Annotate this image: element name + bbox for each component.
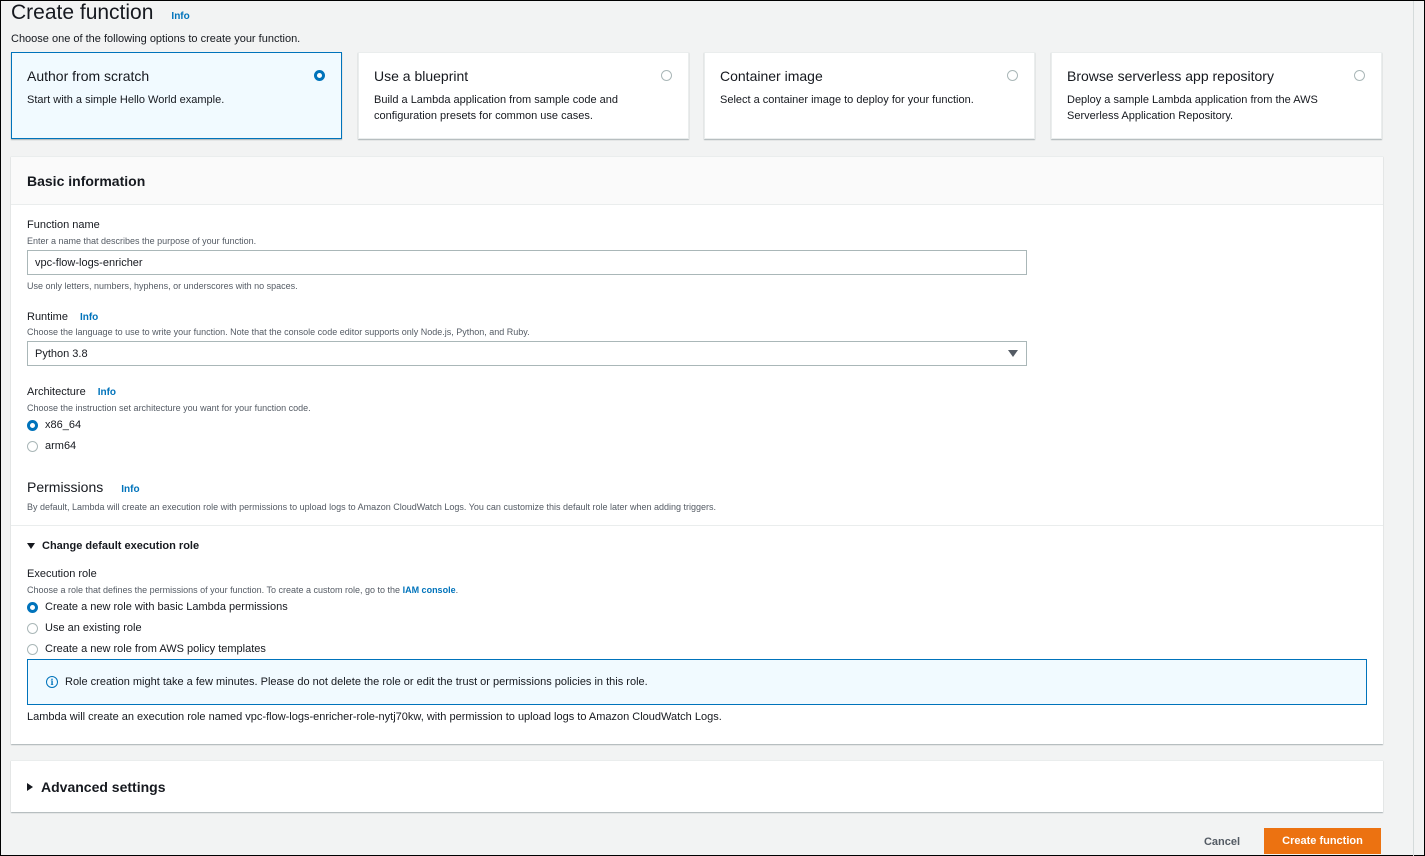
- right-scroll-rail: [1413, 1, 1414, 856]
- option-use-blueprint[interactable]: Use a blueprint Build a Lambda applicati…: [358, 52, 689, 139]
- radio-button[interactable]: [27, 601, 38, 613]
- iam-console-link[interactable]: IAM console: [403, 585, 456, 595]
- hint-period: .: [455, 585, 459, 595]
- creation-options: Author from scratch Start with a simple …: [11, 52, 1383, 139]
- runtime-select-value: Python 3.8: [35, 348, 88, 360]
- radio-label: Use an existing role: [45, 622, 142, 634]
- runtime-info-link[interactable]: Info: [80, 312, 98, 323]
- option-radio[interactable]: [1007, 70, 1018, 81]
- caret-down-icon: [27, 543, 35, 549]
- option-container-image[interactable]: Container image Select a container image…: [704, 52, 1035, 139]
- role-creation-alert: i Role creation might take a few minutes…: [27, 659, 1367, 705]
- radio-label: arm64: [45, 440, 77, 452]
- architecture-option-x86[interactable]: x86_64: [27, 419, 81, 431]
- option-desc: Start with a simple Hello World example.: [27, 94, 225, 106]
- function-name-input[interactable]: [27, 250, 1027, 275]
- radio-label: Create a new role from AWS policy templa…: [45, 643, 266, 655]
- exec-role-option-policy-templates[interactable]: Create a new role from AWS policy templa…: [27, 643, 266, 655]
- option-radio[interactable]: [1354, 70, 1365, 81]
- radio-button[interactable]: [27, 643, 38, 655]
- permissions-desc: By default, Lambda will create an execut…: [27, 502, 717, 512]
- radio-label: Create a new role with basic Lambda perm…: [45, 601, 288, 613]
- option-browse-serverless-repo[interactable]: Browse serverless app repository Deploy …: [1051, 52, 1382, 139]
- execution-role-label: Execution role: [27, 568, 97, 580]
- execution-role-hint: Choose a role that defines the permissio…: [27, 585, 458, 595]
- runtime-label-text: Runtime: [27, 311, 68, 323]
- exec-role-option-existing[interactable]: Use an existing role: [27, 622, 142, 634]
- exec-role-option-new-basic[interactable]: Create a new role with basic Lambda perm…: [27, 601, 288, 613]
- page-title: Create function Info: [11, 1, 190, 25]
- function-name-label: Function name: [27, 219, 100, 231]
- runtime-hint: Choose the language to use to write your…: [27, 327, 530, 337]
- execution-role-hint-text: Choose a role that defines the permissio…: [27, 585, 401, 595]
- page-title-text: Create function: [11, 1, 154, 24]
- caret-right-icon: [27, 782, 33, 791]
- basic-information-panel: Basic information Function name Enter a …: [11, 156, 1383, 744]
- function-name-constraint: Use only letters, numbers, hyphens, or u…: [27, 281, 298, 291]
- create-function-button[interactable]: Create function: [1264, 828, 1381, 854]
- chevron-down-icon: [1008, 350, 1018, 357]
- permissions-title-text: Permissions: [27, 479, 104, 495]
- option-desc: Deploy a sample Lambda application from …: [1067, 94, 1318, 122]
- advanced-settings-panel[interactable]: Advanced settings: [11, 760, 1383, 812]
- permissions-info-link[interactable]: Info: [121, 484, 139, 495]
- radio-button[interactable]: [27, 622, 38, 634]
- alert-text: Role creation might take a few minutes. …: [65, 676, 648, 688]
- cancel-button[interactable]: Cancel: [1191, 830, 1253, 854]
- radio-button[interactable]: [27, 440, 38, 452]
- option-title: Browse serverless app repository: [1067, 68, 1274, 84]
- page-subtitle: Choose one of the following options to c…: [11, 33, 301, 45]
- option-radio[interactable]: [661, 70, 672, 81]
- info-icon: i: [46, 676, 58, 688]
- option-desc: Select a container image to deploy for y…: [720, 94, 974, 106]
- permissions-title: Permissions Info: [27, 479, 140, 495]
- toggle-label: Change default execution role: [42, 540, 200, 552]
- panel-header: Basic information: [11, 157, 1383, 205]
- architecture-label-text: Architecture: [27, 386, 86, 398]
- architecture-hint: Choose the instruction set architecture …: [27, 403, 311, 413]
- change-default-role-toggle[interactable]: Change default execution role: [27, 540, 199, 552]
- runtime-select[interactable]: Python 3.8: [27, 341, 1027, 366]
- option-title: Author from scratch: [27, 68, 150, 84]
- option-title: Use a blueprint: [374, 68, 469, 84]
- architecture-option-arm64[interactable]: arm64: [27, 440, 76, 452]
- radio-button[interactable]: [27, 419, 38, 431]
- radio-label: x86_64: [45, 419, 82, 431]
- option-desc: Build a Lambda application from sample c…: [374, 94, 618, 122]
- runtime-label: Runtime Info: [27, 311, 98, 323]
- architecture-label: Architecture Info: [27, 386, 116, 398]
- page-info-link[interactable]: Info: [171, 11, 189, 22]
- architecture-info-link[interactable]: Info: [98, 387, 116, 398]
- option-title: Container image: [720, 68, 823, 84]
- advanced-settings-title: Advanced settings: [41, 778, 166, 795]
- execution-role-note: Lambda will create an execution role nam…: [27, 711, 722, 723]
- function-name-hint: Enter a name that describes the purpose …: [27, 236, 257, 246]
- divider: [11, 525, 1383, 526]
- option-radio[interactable]: [314, 70, 325, 81]
- option-author-from-scratch[interactable]: Author from scratch Start with a simple …: [11, 52, 342, 139]
